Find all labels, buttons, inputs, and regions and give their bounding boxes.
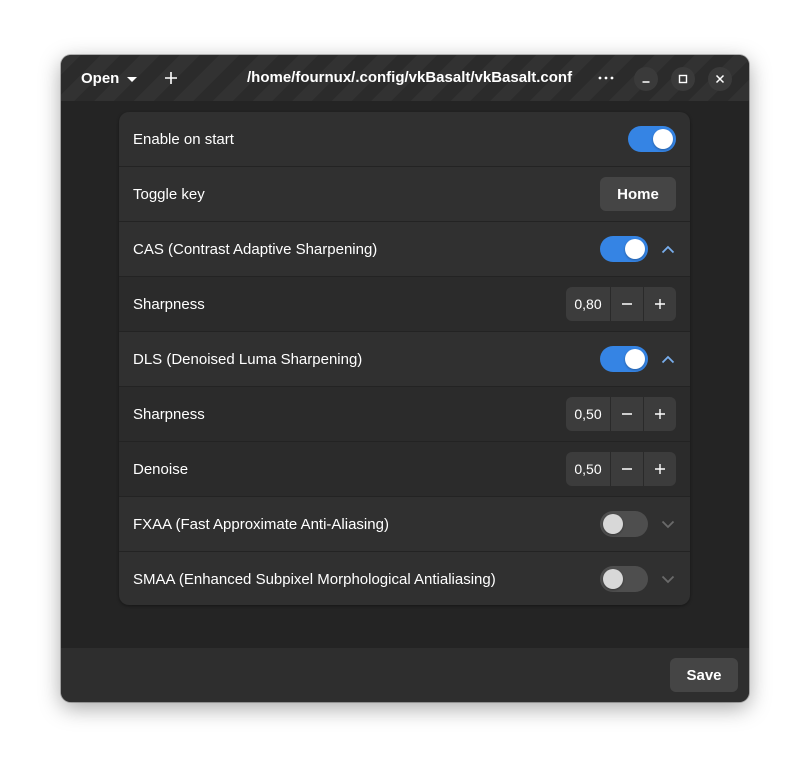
minus-icon <box>622 413 632 415</box>
row-smaa[interactable]: SMAA (Enhanced Subpixel Morphological An… <box>119 552 690 605</box>
maximize-icon <box>678 74 688 84</box>
enable-on-start-label: Enable on start <box>133 130 234 148</box>
cas-sharpness-spinbutton: 0,80 <box>566 287 676 321</box>
close-button[interactable] <box>708 67 732 91</box>
minimize-button[interactable] <box>634 67 658 91</box>
dls-sharpness-value[interactable]: 0,50 <box>566 397 610 431</box>
save-button[interactable]: Save <box>670 658 738 692</box>
smaa-switch[interactable] <box>600 566 648 592</box>
action-bar: Save <box>61 648 749 702</box>
window-title: /home/fournux/.config/vkBasalt/vkBasalt.… <box>247 69 573 86</box>
decrement-button[interactable] <box>610 397 643 431</box>
switch-knob <box>603 569 623 589</box>
increment-button[interactable] <box>643 452 676 486</box>
row-dls-denoise: Denoise 0,50 <box>119 442 690 497</box>
fxaa-label: FXAA (Fast Approximate Anti-Aliasing) <box>133 515 389 533</box>
plus-icon <box>655 409 665 419</box>
row-dls-sharpness: Sharpness 0,50 <box>119 387 690 442</box>
app-window: Open /home/fournux/.config/vkBasalt/vkBa… <box>61 55 749 702</box>
dls-switch[interactable] <box>600 346 648 372</box>
dls-label: DLS (Denoised Luma Sharpening) <box>133 350 363 368</box>
minimize-icon <box>642 81 650 83</box>
minus-icon <box>622 468 632 470</box>
header-bar: Open /home/fournux/.config/vkBasalt/vkBa… <box>61 55 749 101</box>
dls-expander[interactable] <box>659 350 677 368</box>
dls-denoise-label: Denoise <box>133 460 189 478</box>
row-cas-sharpness: Sharpness 0,80 <box>119 277 690 332</box>
switch-knob <box>625 239 645 259</box>
cas-sharpness-label: Sharpness <box>133 295 205 313</box>
chevron-up-icon <box>661 355 675 363</box>
switch-knob <box>653 129 673 149</box>
increment-button[interactable] <box>643 397 676 431</box>
switch-knob <box>603 514 623 534</box>
more-horizontal-icon <box>598 76 614 80</box>
smaa-expander[interactable] <box>659 570 677 588</box>
chevron-down-icon <box>661 575 675 583</box>
cas-sharpness-value[interactable]: 0,80 <box>566 287 610 321</box>
dls-sharpness-label: Sharpness <box>133 405 205 423</box>
decrement-button[interactable] <box>610 452 643 486</box>
switch-knob <box>625 349 645 369</box>
row-enable-on-start: Enable on start <box>119 112 690 167</box>
row-dls[interactable]: DLS (Denoised Luma Sharpening) <box>119 332 690 387</box>
chevron-down-icon <box>661 520 675 528</box>
cas-expander[interactable] <box>659 240 677 258</box>
dls-denoise-spinbutton: 0,50 <box>566 452 676 486</box>
plus-icon <box>655 299 665 309</box>
settings-content: Enable on start Toggle key Home CAS (Con… <box>61 101 749 648</box>
plus-icon <box>165 72 177 84</box>
fxaa-expander[interactable] <box>659 515 677 533</box>
caret-down-icon <box>127 76 138 82</box>
decrement-button[interactable] <box>610 287 643 321</box>
row-cas[interactable]: CAS (Contrast Adaptive Sharpening) <box>119 222 690 277</box>
new-tab-button[interactable] <box>157 64 185 92</box>
toggle-key-button[interactable]: Home <box>600 177 676 211</box>
smaa-label: SMAA (Enhanced Subpixel Morphological An… <box>133 570 496 588</box>
fxaa-switch[interactable] <box>600 511 648 537</box>
close-icon <box>715 74 725 84</box>
toggle-key-label: Toggle key <box>133 185 205 203</box>
chevron-up-icon <box>661 245 675 253</box>
increment-button[interactable] <box>643 287 676 321</box>
row-fxaa[interactable]: FXAA (Fast Approximate Anti-Aliasing) <box>119 497 690 552</box>
maximize-button[interactable] <box>671 67 695 91</box>
main-menu-button[interactable] <box>591 64 621 92</box>
open-button[interactable]: Open <box>73 64 145 92</box>
dls-sharpness-spinbutton: 0,50 <box>566 397 676 431</box>
open-button-label: Open <box>81 69 120 87</box>
enable-on-start-switch[interactable] <box>628 126 676 152</box>
settings-list: Enable on start Toggle key Home CAS (Con… <box>119 112 690 605</box>
cas-switch[interactable] <box>600 236 648 262</box>
row-toggle-key: Toggle key Home <box>119 167 690 222</box>
plus-icon <box>655 464 665 474</box>
cas-label: CAS (Contrast Adaptive Sharpening) <box>133 240 378 258</box>
minus-icon <box>622 303 632 305</box>
dls-denoise-value[interactable]: 0,50 <box>566 452 610 486</box>
